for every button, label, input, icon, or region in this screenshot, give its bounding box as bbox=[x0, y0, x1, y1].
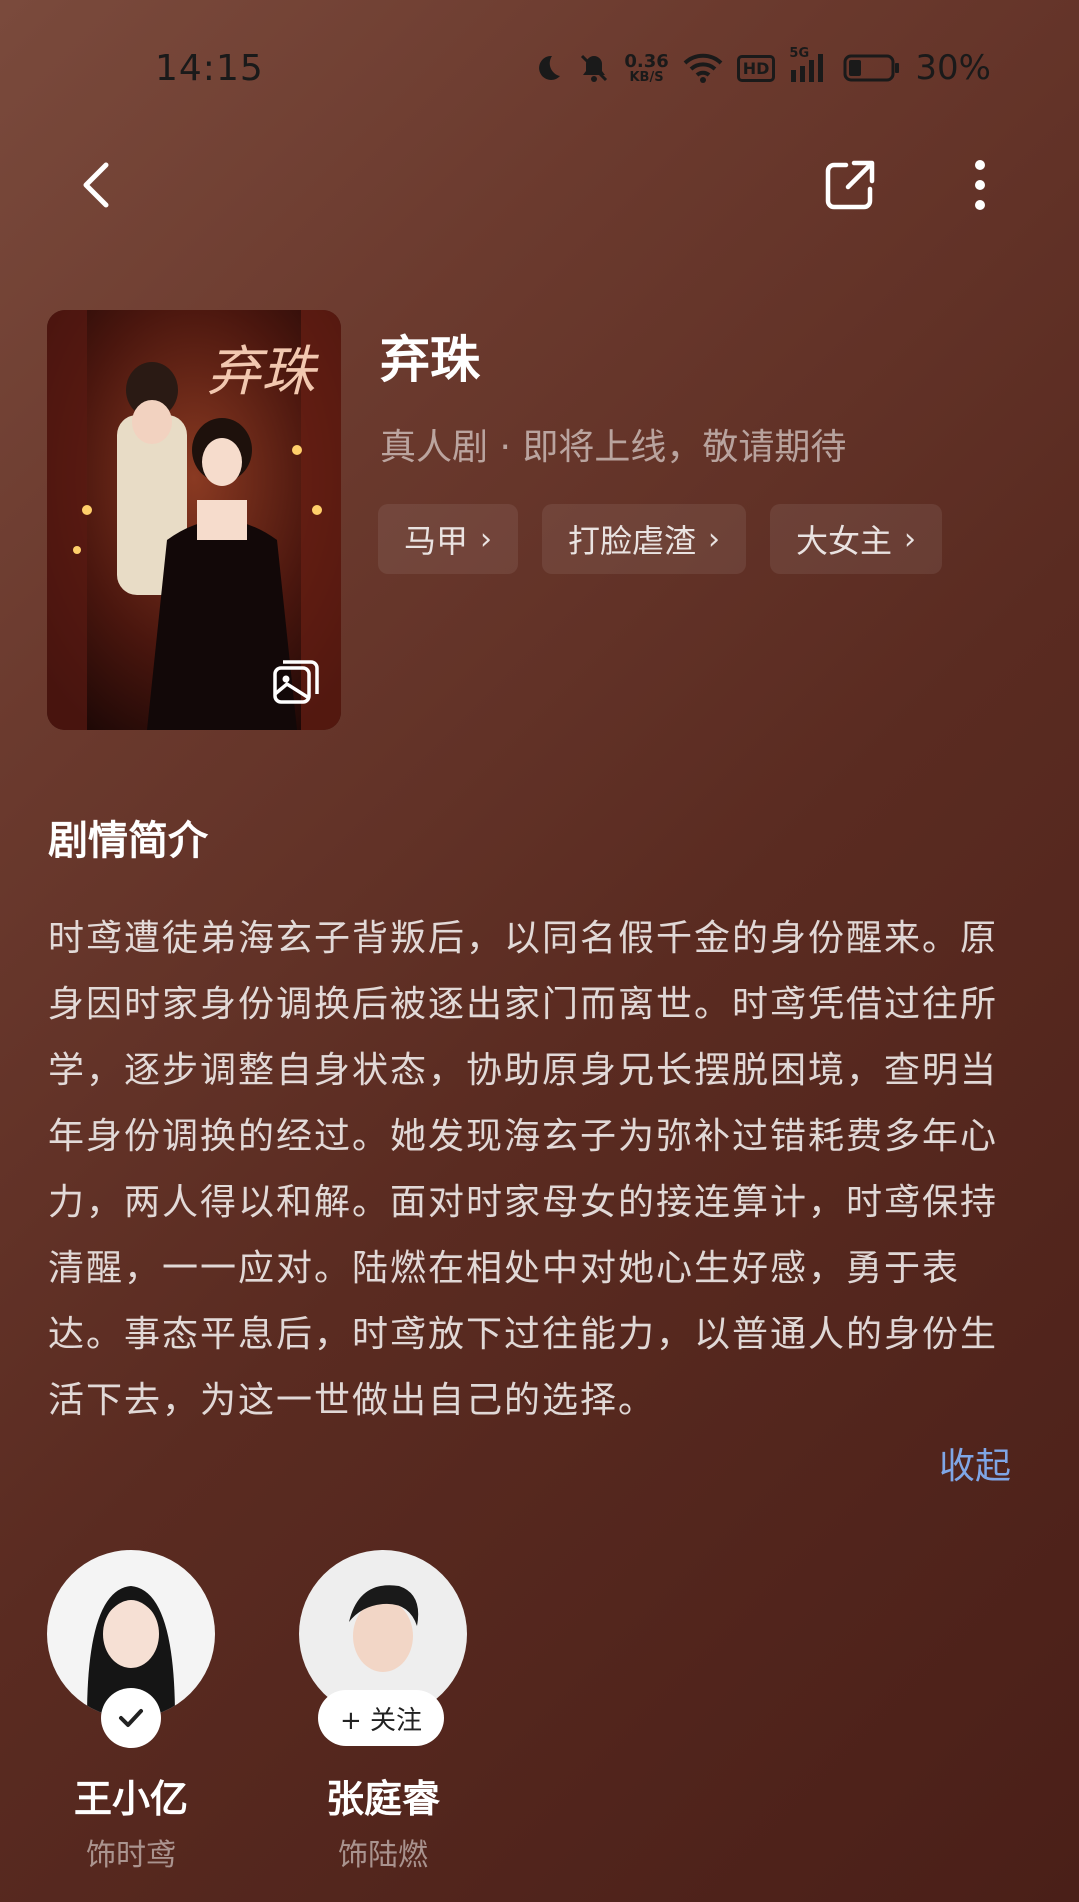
more-button[interactable] bbox=[960, 155, 1000, 215]
status-icons: 0.36 KB/S HD 5G 30% bbox=[532, 46, 991, 88]
top-nav bbox=[0, 145, 1079, 225]
status-time: 14:15 bbox=[155, 48, 264, 89]
chevron-left-icon bbox=[83, 162, 109, 208]
signal-icon: 5G bbox=[789, 46, 829, 84]
synopsis-heading: 剧情简介 bbox=[48, 818, 208, 864]
gallery-icon bbox=[273, 660, 319, 704]
show-poster[interactable]: 弃珠 bbox=[47, 310, 341, 730]
bell-muted-icon bbox=[578, 52, 610, 84]
cast-member[interactable]: + 关注 张庭睿 饰陆燃 bbox=[298, 1550, 468, 1873]
share-button[interactable] bbox=[820, 155, 880, 215]
share-icon bbox=[825, 160, 875, 210]
tag-chip[interactable]: 大女主 › bbox=[770, 504, 943, 574]
followed-check-button[interactable] bbox=[101, 1688, 161, 1748]
tag-label: 大女主 bbox=[796, 522, 893, 560]
tag-label: 打脸虐渣 bbox=[568, 522, 697, 560]
battery-icon bbox=[843, 53, 901, 83]
cast-name: 王小亿 bbox=[73, 1777, 188, 1821]
network-label: 5G bbox=[789, 46, 810, 61]
follow-button[interactable]: + 关注 bbox=[318, 1690, 444, 1746]
tag-label: 马甲 bbox=[404, 522, 469, 560]
cast-list: 王小亿 饰时鸢 + 关注 张庭睿 饰陆燃 bbox=[0, 1550, 1079, 1880]
chevron-right-icon: › bbox=[480, 521, 493, 557]
cast-role: 饰时鸢 bbox=[86, 1838, 176, 1873]
wifi-icon bbox=[683, 52, 723, 84]
check-icon bbox=[119, 1709, 143, 1727]
status-bar: 14:15 0.36 KB/S HD 5G 30% bbox=[0, 0, 1079, 140]
net-speed-unit: KB/S bbox=[629, 69, 664, 85]
tag-list: 马甲 › 打脸虐渣 › 大女主 › bbox=[378, 504, 943, 574]
svg-text:弃珠: 弃珠 bbox=[207, 340, 319, 403]
battery-percent: 30% bbox=[915, 48, 991, 88]
show-title: 弃珠 bbox=[380, 331, 480, 389]
chevron-right-icon: › bbox=[708, 521, 721, 557]
net-speed-value: 0.36 bbox=[624, 50, 669, 72]
hd-badge: HD bbox=[736, 54, 776, 82]
cast-role: 饰陆燃 bbox=[338, 1838, 428, 1873]
cast-member[interactable]: 王小亿 饰时鸢 bbox=[46, 1550, 216, 1873]
tag-chip[interactable]: 马甲 › bbox=[378, 504, 519, 574]
tag-chip[interactable]: 打脸虐渣 › bbox=[542, 504, 747, 574]
cast-name: 张庭睿 bbox=[325, 1777, 440, 1821]
show-meta: 真人剧 · 即将上线，敬请期待 bbox=[380, 427, 847, 468]
synopsis-text: 时鸢遭徒弟海玄子背叛后，以同名假千金的身份醒来。原身因时家身份调换后被逐出家门而… bbox=[48, 918, 999, 1421]
back-button[interactable] bbox=[70, 155, 130, 215]
chevron-right-icon: › bbox=[904, 521, 917, 557]
more-vertical-icon bbox=[975, 160, 985, 210]
moon-icon bbox=[532, 52, 564, 84]
net-speed: 0.36 KB/S bbox=[624, 50, 669, 85]
collapse-link[interactable]: 收起 bbox=[939, 1437, 1011, 1489]
